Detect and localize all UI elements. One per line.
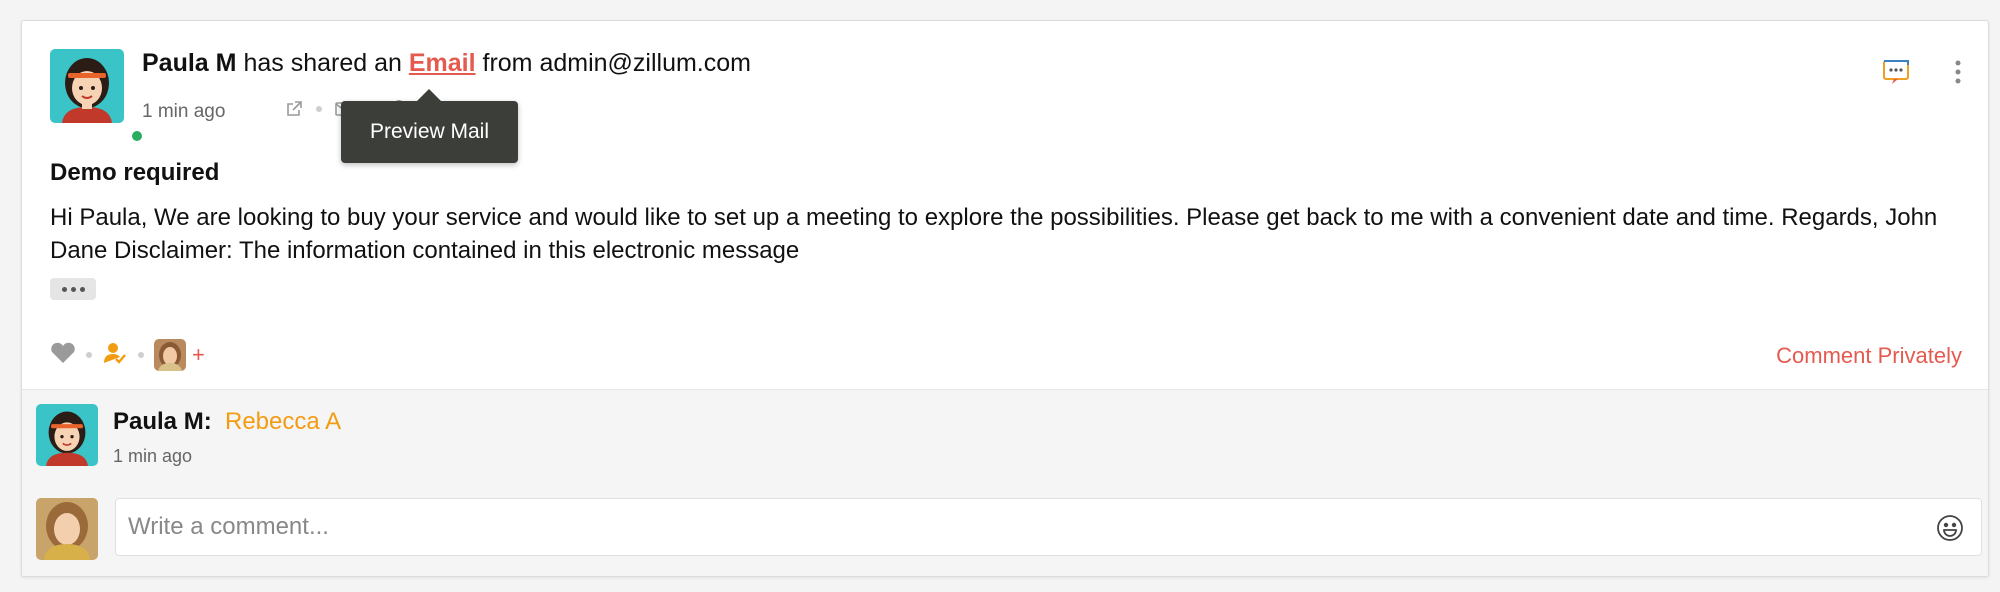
current-user-avatar bbox=[36, 498, 98, 560]
comment-privately-link[interactable]: Comment Privately bbox=[1776, 343, 1962, 369]
liker-avatar[interactable] bbox=[154, 339, 186, 371]
user-check-icon[interactable] bbox=[102, 341, 128, 370]
reply-time: 1 min ago bbox=[113, 446, 193, 466]
post-actions: + bbox=[50, 339, 205, 371]
separator-dot bbox=[86, 352, 92, 358]
author-avatar[interactable] bbox=[50, 49, 124, 123]
chat-icon[interactable] bbox=[1882, 59, 1910, 90]
author-name[interactable]: Paula M bbox=[142, 49, 236, 77]
from-text: from admin@zillum.com bbox=[482, 49, 751, 77]
heart-icon[interactable] bbox=[50, 342, 76, 369]
post-header: Paula M has shared an Email from admin@z… bbox=[142, 49, 751, 78]
reply-mention[interactable]: Rebecca A bbox=[225, 408, 341, 436]
reply-author-name[interactable]: Paula M: bbox=[113, 408, 212, 436]
email-link[interactable]: Email bbox=[409, 49, 476, 77]
separator-dot bbox=[316, 106, 322, 112]
preview-mail-tooltip: Preview Mail bbox=[341, 89, 518, 163]
reply-item: Paula M: Rebecca A 1 min ago bbox=[22, 389, 1988, 483]
reply-author-avatar[interactable] bbox=[36, 404, 98, 466]
expand-more-button[interactable] bbox=[50, 278, 96, 300]
comment-composer bbox=[22, 482, 1988, 576]
post-body: Hi Paula, We are looking to buy your ser… bbox=[50, 204, 1938, 264]
comment-input[interactable] bbox=[115, 498, 1982, 556]
more-vertical-icon[interactable] bbox=[1954, 59, 1962, 90]
post-time: 1 min ago bbox=[142, 101, 226, 122]
external-link-icon[interactable] bbox=[282, 97, 306, 121]
action-text: has shared an bbox=[243, 49, 402, 77]
feed-post-card: Paula M has shared an Email from admin@z… bbox=[21, 20, 1989, 577]
plus-icon[interactable]: + bbox=[192, 342, 205, 368]
separator-dot bbox=[138, 352, 144, 358]
post-subject: Demo required bbox=[50, 159, 220, 186]
smiley-icon[interactable] bbox=[1936, 514, 1964, 547]
post-toolbar bbox=[1882, 59, 1962, 90]
online-status-dot bbox=[130, 129, 144, 143]
